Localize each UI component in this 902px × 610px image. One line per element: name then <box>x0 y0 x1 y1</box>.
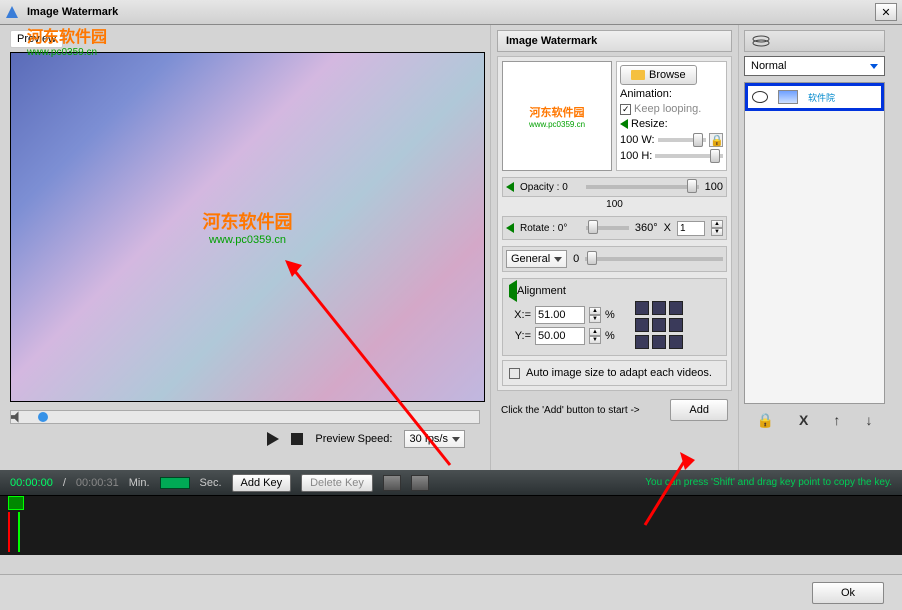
close-button[interactable]: ✕ <box>875 3 897 21</box>
speed-value: 30 fps/s <box>409 433 448 445</box>
resize-h-slider[interactable] <box>655 154 723 158</box>
preview-canvas[interactable]: 河东软件园 www.pc0359.cn <box>10 52 485 402</box>
pct: % <box>605 330 615 342</box>
sec-label: Sec. <box>200 477 222 489</box>
thumb-text: 河东软件园 <box>530 104 585 120</box>
layer-name: 软件院 <box>808 91 835 104</box>
expand-icon[interactable] <box>506 223 514 233</box>
general-value: 0 <box>573 253 579 265</box>
layer-delete-button[interactable]: X <box>799 412 808 429</box>
rotate-slider[interactable] <box>586 226 629 230</box>
ok-button[interactable]: Ok <box>812 582 884 604</box>
align-y-input[interactable] <box>535 327 585 345</box>
expand-icon[interactable] <box>509 280 517 302</box>
overlay-wm-url: www.pc0359.cn <box>27 47 107 58</box>
layers-toolbar <box>744 30 885 52</box>
resize-label: Resize: <box>631 118 668 130</box>
rotate-label: Rotate : 0° <box>520 223 580 234</box>
folder-icon <box>631 70 645 80</box>
browse-label: Browse <box>649 69 686 81</box>
align-x-spin[interactable]: ▲▼ <box>589 307 601 323</box>
play-button[interactable] <box>265 432 279 446</box>
rotate-spin[interactable]: ▲▼ <box>711 220 723 236</box>
blend-mode-value: Normal <box>751 60 786 72</box>
layer-down-button[interactable]: ↓ <box>865 412 872 429</box>
add-button[interactable]: Add <box>670 399 728 421</box>
lock-aspect-icon[interactable]: 🔒 <box>709 133 723 147</box>
timeline-hint: You can press 'Shift' and drag key point… <box>645 477 892 488</box>
preview-speed-label: Preview Speed: <box>315 433 392 445</box>
settings-panel-title: Image Watermark <box>497 30 732 52</box>
resize-w-slider[interactable] <box>658 138 706 142</box>
rotate-count-input[interactable] <box>677 221 705 236</box>
delete-key-button[interactable]: Delete Key <box>301 474 373 492</box>
app-icon <box>3 3 21 21</box>
resize-h-unit: H: <box>641 150 652 162</box>
opacity-label: Opacity : 0 <box>520 182 580 193</box>
layer-up-button[interactable]: ↑ <box>833 412 840 429</box>
align-y-label: Y:= <box>509 330 531 342</box>
general-slider[interactable] <box>585 257 723 261</box>
add-hint: Click the 'Add' button to start -> <box>501 405 640 416</box>
browse-button[interactable]: Browse <box>620 65 697 85</box>
add-key-button[interactable]: Add Key <box>232 474 292 492</box>
animation-label: Animation: <box>620 88 672 100</box>
wm-url: www.pc0359.cn <box>203 234 293 246</box>
general-label: General <box>511 253 550 265</box>
tc-sep: / <box>63 477 66 489</box>
expand-icon[interactable] <box>506 182 514 192</box>
page-overlay-watermark: 河东软件园 www.pc0359.cn <box>27 23 107 58</box>
auto-size-label: Auto image size to adapt each videos. <box>526 367 712 379</box>
stop-button[interactable] <box>291 433 303 445</box>
blend-mode-select[interactable]: Normal <box>744 56 885 76</box>
general-select[interactable]: General <box>506 250 567 268</box>
keep-looping-label: Keep looping. <box>634 103 701 115</box>
resize-w-value: 100 <box>620 134 638 146</box>
timecode-total: 00:00:31 <box>76 477 119 489</box>
min-label: Min. <box>129 477 150 489</box>
overlay-wm-text: 河东软件园 <box>27 23 107 47</box>
rotate-max: 360° <box>635 222 658 234</box>
align-x-input[interactable] <box>535 306 585 324</box>
visibility-icon[interactable] <box>752 91 768 103</box>
alignment-label: Alignment <box>517 285 566 297</box>
watermark-on-video: 河东软件园 www.pc0359.cn <box>203 208 293 246</box>
opacity-max: 100 <box>705 181 723 193</box>
min-indicator <box>160 477 190 489</box>
thumb-url: www.pc0359.cn <box>529 120 585 129</box>
align-y-spin[interactable]: ▲▼ <box>589 328 601 344</box>
next-key-button[interactable] <box>411 475 429 491</box>
layer-item[interactable]: 软件院 <box>745 83 884 111</box>
opacity-slider[interactable] <box>586 185 699 189</box>
timeline-track[interactable] <box>0 495 902 555</box>
opacity-value: 100 <box>502 199 727 210</box>
layer-lock-button[interactable]: 🔒 <box>757 412 774 429</box>
layers-icon <box>751 34 771 48</box>
preview-speed-select[interactable]: 30 fps/s <box>404 430 465 448</box>
timecode-current: 00:00:00 <box>10 477 53 489</box>
keep-looping-checkbox[interactable] <box>620 104 631 115</box>
layer-thumb-icon <box>778 90 798 104</box>
pct: % <box>605 309 615 321</box>
wm-text: 河东软件园 <box>203 208 293 234</box>
keyframe-marker[interactable] <box>8 496 24 555</box>
video-scrubber[interactable] <box>10 410 480 424</box>
volume-icon <box>11 411 26 423</box>
layer-list: 软件院 <box>744 82 885 404</box>
resize-h-value: 100 <box>620 150 638 162</box>
align-x-label: X:= <box>509 309 531 321</box>
rotate-x: X <box>664 222 671 234</box>
window-title: Image Watermark <box>27 6 118 18</box>
resize-w-unit: W: <box>641 134 654 146</box>
prev-key-button[interactable] <box>383 475 401 491</box>
watermark-thumbnail: 河东软件园 www.pc0359.cn <box>502 61 612 171</box>
auto-size-checkbox[interactable] <box>509 368 520 379</box>
alignment-grid[interactable] <box>635 301 683 349</box>
expand-icon[interactable] <box>620 119 628 129</box>
